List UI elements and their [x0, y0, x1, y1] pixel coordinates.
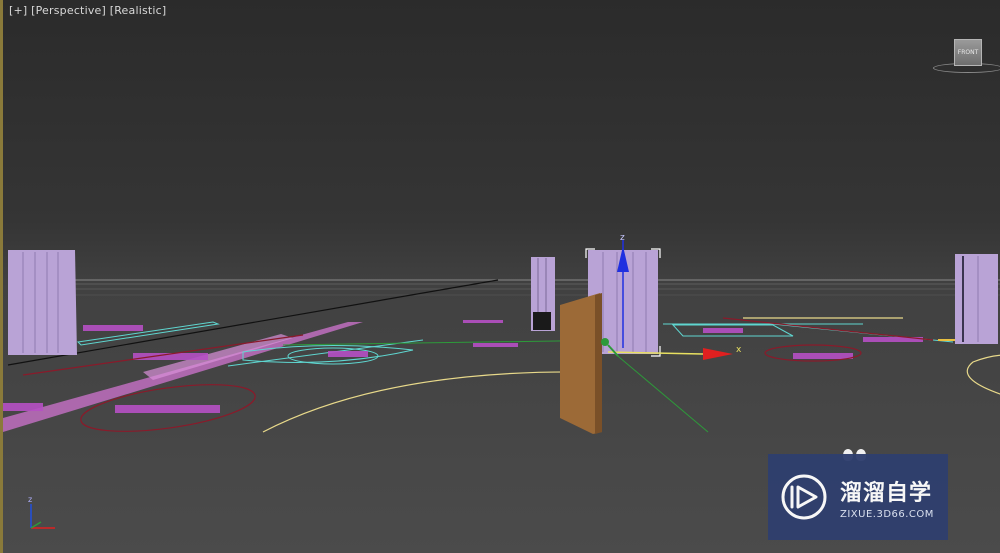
tripod-z-label: z: [28, 495, 32, 504]
court-markings: [3, 320, 923, 413]
gizmo-z-label: z: [620, 233, 625, 243]
viewcube[interactable]: FRONT: [933, 36, 1000, 76]
axis-tripod: z: [28, 495, 55, 529]
perspective-viewport[interactable]: x z z [+] [Perspective] [Realistic] FRON…: [0, 0, 1000, 553]
viewport-view-label[interactable]: [Perspective]: [31, 4, 106, 17]
column-left[interactable]: [8, 250, 77, 355]
viewport-menu-plus[interactable]: [+]: [9, 4, 27, 17]
play-logo-icon: [781, 474, 827, 520]
watermark-badge: 溜溜自学 ZIXUE.3D66.COM: [768, 454, 948, 540]
viewport-shading-label[interactable]: [Realistic]: [110, 4, 167, 17]
viewport-labels: [+] [Perspective] [Realistic]: [9, 4, 166, 17]
watermark-title: 溜溜自学: [840, 480, 933, 506]
gizmo-x-label: x: [736, 345, 742, 355]
column-middle[interactable]: [531, 257, 555, 331]
viewcube-front-face[interactable]: FRONT: [954, 39, 982, 66]
column-right[interactable]: [955, 254, 998, 344]
watermark-url: ZIXUE.3D66.COM: [840, 508, 934, 520]
